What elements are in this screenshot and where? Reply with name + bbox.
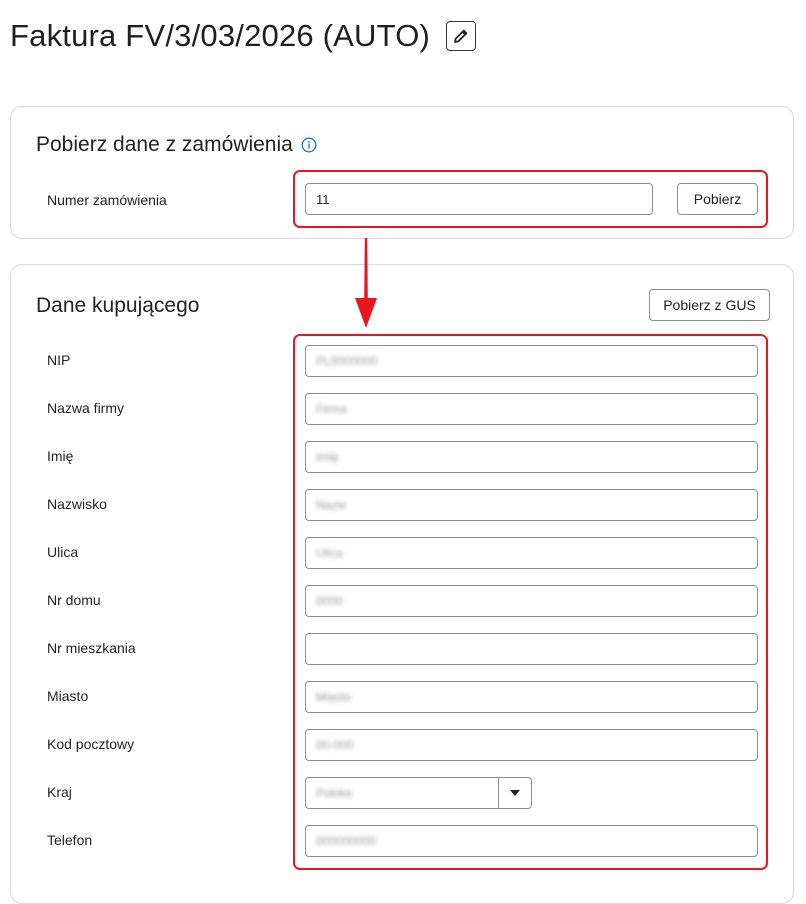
last-name-input[interactable]: Nazw	[305, 489, 758, 521]
phone-value: 000000000	[316, 834, 377, 848]
company-name-value: Firma	[316, 402, 347, 416]
order-lookup-card: Pobierz dane z zamówienia Numer zamówien…	[10, 106, 794, 239]
street-label: Ulica	[47, 544, 79, 560]
street-value: Ulica	[316, 546, 343, 560]
postal-code-label: Kod pocztowy	[47, 736, 135, 752]
company-name-input[interactable]: Firma	[305, 393, 758, 425]
country-label: Kraj	[47, 784, 72, 800]
postal-code-input[interactable]: 00-000	[305, 729, 758, 761]
pencil-icon	[454, 29, 468, 43]
last-name-label: Nazwisko	[47, 496, 107, 512]
annotation-arrow-icon	[355, 238, 377, 328]
house-number-value: 0000	[316, 594, 343, 608]
page-title: Faktura FV/3/03/2026 (AUTO)	[10, 18, 431, 53]
first-name-value: Imię	[316, 450, 339, 464]
phone-input[interactable]: 000000000	[305, 825, 758, 857]
house-number-label: Nr domu	[47, 592, 101, 608]
nip-input[interactable]: PL0000000	[305, 345, 758, 377]
info-circle-icon[interactable]	[301, 137, 317, 153]
edit-title-button[interactable]	[446, 21, 477, 51]
chevron-down-icon	[510, 790, 520, 796]
country-value: Polska	[316, 786, 353, 800]
city-input[interactable]: Miasto	[305, 681, 758, 713]
fetch-gus-button[interactable]: Pobierz z GUS	[649, 289, 770, 321]
buyer-section-title-text: Dane kupującego	[36, 294, 200, 317]
company-name-label: Nazwa firmy	[47, 400, 125, 416]
postal-code-value: 00-000	[316, 738, 354, 752]
order-number-value: 11	[316, 191, 330, 207]
buyer-card: Dane kupującego Pobierz z GUS NIP PL0000…	[10, 264, 794, 904]
phone-label: Telefon	[47, 832, 93, 848]
city-value: Miasto	[316, 690, 352, 704]
apartment-number-label: Nr mieszkania	[47, 640, 136, 656]
first-name-label: Imię	[47, 448, 74, 464]
country-select[interactable]: Polska	[305, 777, 532, 809]
order-number-input[interactable]: 11	[305, 183, 653, 215]
title-row: Faktura FV/3/03/2026 (AUTO)	[10, 18, 477, 54]
fetch-order-button[interactable]: Pobierz	[677, 183, 758, 215]
house-number-input[interactable]: 0000	[305, 585, 758, 617]
order-lookup-title-text: Pobierz dane z zamówienia	[36, 133, 293, 156]
first-name-input[interactable]: Imię	[305, 441, 758, 473]
apartment-number-input[interactable]	[305, 633, 758, 665]
dropdown-arrow-button[interactable]	[498, 778, 531, 808]
order-number-label: Numer zamówienia	[47, 192, 167, 208]
city-label: Miasto	[47, 688, 89, 704]
order-lookup-title: Pobierz dane z zamówienia	[36, 133, 317, 157]
last-name-value: Nazw	[316, 498, 347, 512]
nip-value: PL0000000	[316, 354, 378, 368]
street-input[interactable]: Ulica	[305, 537, 758, 569]
nip-label: NIP	[47, 352, 71, 368]
buyer-section-title: Dane kupującego	[36, 294, 199, 318]
